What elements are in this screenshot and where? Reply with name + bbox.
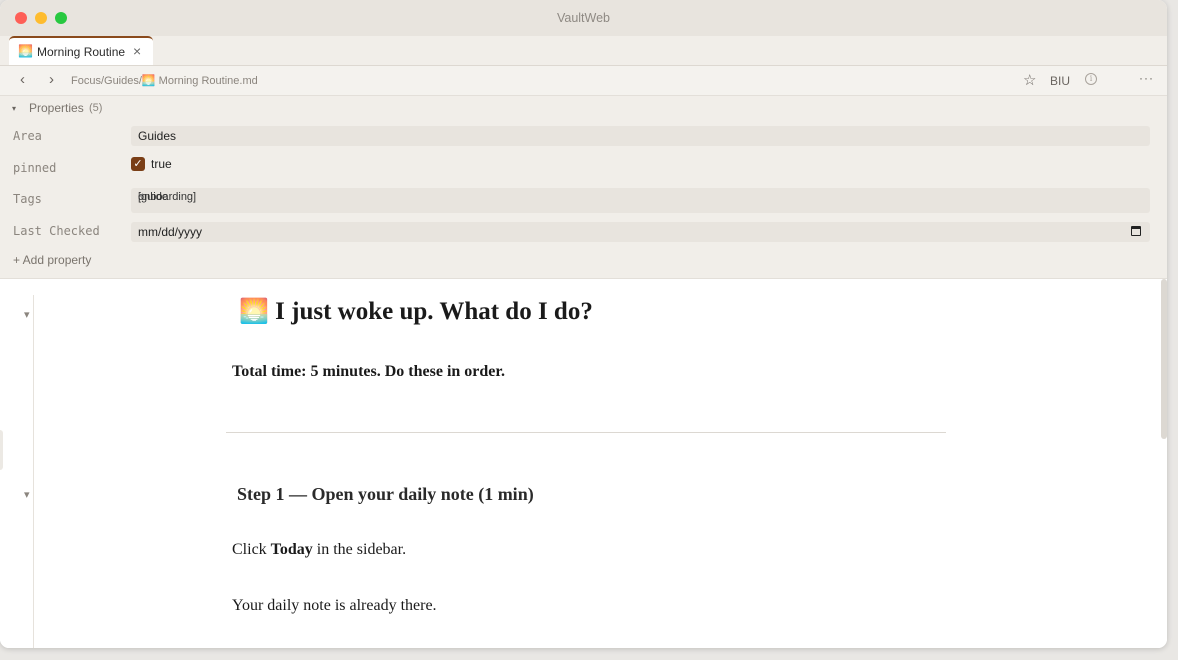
fold-heading-icon[interactable]: ▾ (24, 488, 30, 501)
remove-tag-icon[interactable]: × (138, 191, 144, 202)
chevron-down-icon[interactable]: ▾ (12, 104, 16, 113)
title-bar: VaultWeb (0, 0, 1167, 37)
area-field[interactable]: Guides (131, 126, 1150, 146)
text-span: in the sidebar. (312, 541, 407, 558)
property-key-tags: Tags (13, 192, 42, 206)
nav-bar: ‹ › Focus/Guides/🌅 Morning Routine.md ☆ … (0, 66, 1167, 96)
pinned-value: true (151, 157, 172, 171)
app-title: VaultWeb (556, 11, 611, 25)
star-icon[interactable]: ☆ (1023, 71, 1036, 89)
tab-morning-routine[interactable]: 🌅 Morning Routine × (9, 36, 153, 65)
properties-count: (5) (89, 102, 103, 114)
fold-heading-icon[interactable]: ▾ (24, 308, 30, 321)
calendar-icon[interactable] (1131, 226, 1141, 236)
breadcrumb[interactable]: Focus/Guides/🌅 Morning Routine.md (71, 74, 258, 87)
back-button[interactable]: ‹ (20, 71, 25, 88)
info-icon[interactable]: i (1085, 73, 1097, 85)
properties-title[interactable]: Properties (29, 101, 84, 115)
bold-text: Today (270, 541, 313, 558)
format-button[interactable]: BIU (1050, 74, 1070, 88)
property-key-pinned: pinned (13, 161, 57, 175)
sunrise-icon: 🌅 (18, 44, 33, 58)
tab-label: Morning Routine (37, 45, 126, 59)
close-tab-icon[interactable]: × (133, 43, 141, 59)
property-key-area: Area (13, 129, 42, 143)
tab-bar: 🌅 Morning Routine × (0, 36, 1167, 66)
date-placeholder: mm/dd/yyyy (138, 225, 203, 239)
paragraph: Your daily note is already there. (232, 597, 437, 614)
add-property-button[interactable]: + Add property (13, 253, 91, 267)
editor-content[interactable]: ▾ ▾ 🌅 I just woke up. What do I do? Tota… (0, 279, 1167, 648)
step-1-heading: Step 1 — Open your daily note (1 min) (237, 484, 534, 504)
text-span: Click (232, 541, 271, 558)
last-checked-date-field[interactable]: mm/dd/yyyy (131, 222, 1150, 242)
forward-button[interactable]: › (49, 71, 54, 88)
area-value: Guides (138, 129, 177, 143)
intro-text: Total time: 5 minutes. Do these in order… (232, 363, 506, 380)
side-handle[interactable] (0, 430, 3, 470)
more-options-icon[interactable]: ··· (1139, 71, 1154, 85)
tag-onboarding: onboarding] (138, 191, 197, 203)
properties-panel: ▾ Properties (5) Area Guides pinned ✓ tr… (0, 96, 1167, 279)
pinned-checkbox[interactable]: ✓ (131, 157, 145, 171)
sunrise-icon: 🌅 (239, 299, 269, 325)
scrollbar[interactable] (1161, 279, 1167, 439)
tags-field[interactable]: [guide × onboarding] × (131, 188, 1150, 213)
app-window: VaultWeb 🌅 Morning Routine × ‹ › Focus/G… (0, 0, 1167, 648)
page-title: 🌅 I just woke up. What do I do? (239, 297, 593, 326)
divider (226, 432, 946, 433)
paragraph: Click Today in the sidebar. (232, 541, 406, 559)
property-key-last-checked: Last Checked (13, 224, 100, 238)
gutter-line (33, 295, 34, 648)
heading-text: I just woke up. What do I do? (275, 298, 593, 325)
